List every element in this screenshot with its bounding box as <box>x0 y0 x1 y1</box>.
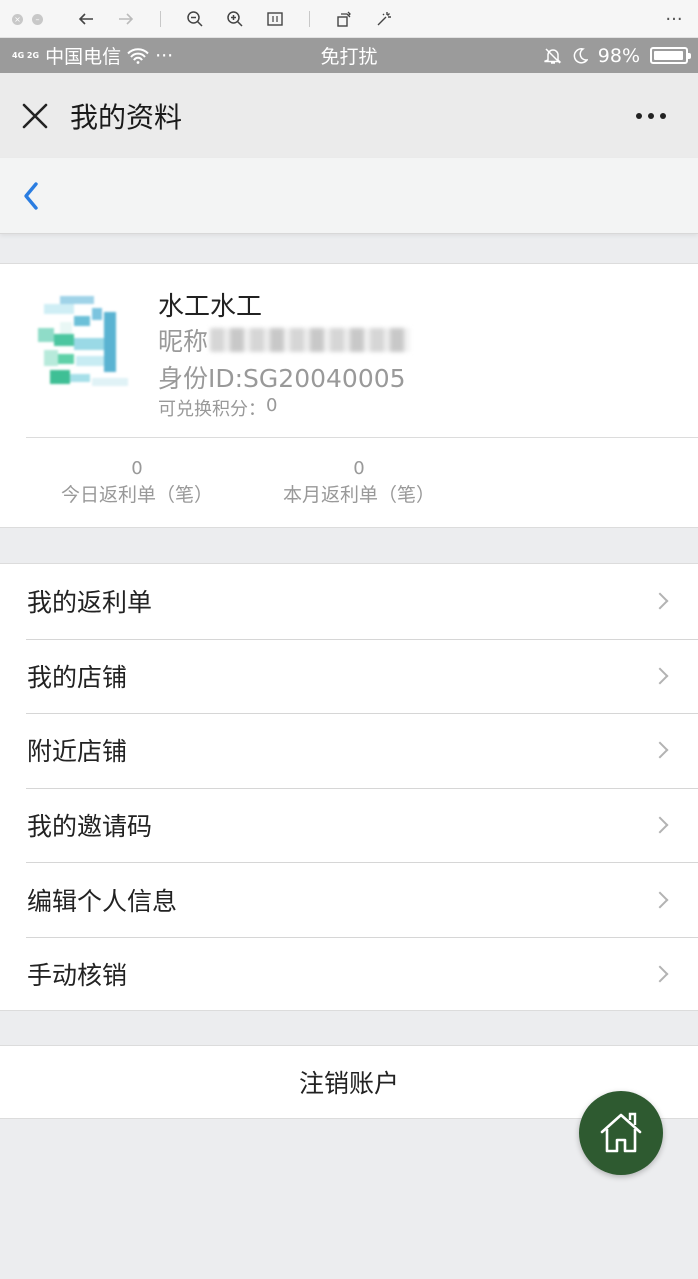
profile-nickname: 昵称 <box>158 322 411 358</box>
zoom-in-icon[interactable] <box>225 0 245 38</box>
forward-arrow-icon[interactable] <box>116 0 136 38</box>
stat-today-label: 今日返利单（笔） <box>60 484 213 506</box>
menu-item-label: 编辑个人信息 <box>27 886 178 916</box>
title-bar: 我的资料 <box>0 73 698 158</box>
profile-id: 身份ID:SG20040005 <box>158 364 406 393</box>
back-arrow-icon[interactable] <box>76 0 96 38</box>
back-chevron-icon[interactable] <box>18 178 48 214</box>
stat-month-value: 0 <box>353 458 365 479</box>
chevron-right-icon <box>651 965 669 983</box>
more-dots-icon[interactable] <box>636 113 666 119</box>
battery-icon <box>650 47 691 64</box>
magic-wand-icon[interactable] <box>374 0 394 38</box>
stat-today: 0 今日返利单（笔） <box>42 457 232 509</box>
menu-item-invite-code[interactable]: 我的邀请码 <box>0 787 698 863</box>
profile-name: 水工水工 <box>158 292 263 322</box>
viewer-more-icon[interactable]: ··· <box>664 0 684 38</box>
menu-item-label: 我的邀请码 <box>27 812 153 842</box>
rotate-icon[interactable] <box>334 0 354 38</box>
fit-to-window-icon[interactable] <box>265 0 285 38</box>
chevron-right-icon <box>651 741 669 759</box>
nickname-redacted <box>210 328 411 352</box>
nav-bar <box>0 158 698 234</box>
bell-mute-icon <box>543 47 562 64</box>
window-minimize-icon[interactable]: – <box>32 0 43 38</box>
stat-today-value: 0 <box>131 458 143 479</box>
stat-month: 0 本月返利单（笔） <box>264 457 454 509</box>
chevron-right-icon <box>651 667 669 685</box>
nickname-label: 昵称 <box>158 327 209 356</box>
menu-item-label: 附近店铺 <box>27 737 128 767</box>
zoom-out-icon[interactable] <box>185 0 205 38</box>
toolbar-divider <box>160 11 161 27</box>
do-not-disturb-label: 免打扰 <box>320 46 378 68</box>
menu-item-label: 我的店铺 <box>27 662 128 692</box>
points-label: 可兑换积分： <box>158 399 266 420</box>
stat-month-label: 本月返利单（笔） <box>282 484 435 506</box>
points-value: 0 <box>266 395 278 416</box>
battery-percent: 98% <box>597 44 640 67</box>
menu-item-rebate-orders[interactable]: 我的返利单 <box>0 564 698 639</box>
status-bar: 4G 2G 中国电信 ··· 免打扰 98% <box>0 38 698 73</box>
page-title: 我的资料 <box>70 100 183 134</box>
close-icon[interactable] <box>20 101 50 131</box>
chevron-right-icon <box>651 592 669 610</box>
viewer-toolbar: × – ··· <box>0 0 698 38</box>
menu-item-nearby-stores[interactable]: 附近店铺 <box>0 713 698 788</box>
home-icon <box>600 1112 642 1153</box>
menu-item-my-store[interactable]: 我的店铺 <box>0 638 698 714</box>
menu-item-label: 手动核销 <box>27 961 128 991</box>
menu-list: 我的返利单 我的店铺 附近店铺 我的邀请码 编辑个人信息 手动核销 <box>0 563 698 1011</box>
profile-points: 可兑换积分： 0 <box>158 395 277 421</box>
profile-card: 水工水工 昵称 身份ID:SG20040005 可兑换积分： 0 0 今日返利单… <box>0 263 698 528</box>
avatar[interactable] <box>30 294 134 398</box>
window-close-icon[interactable]: × <box>12 0 23 38</box>
menu-item-label: 我的返利单 <box>27 588 153 618</box>
menu-item-edit-profile[interactable]: 编辑个人信息 <box>0 862 698 937</box>
chevron-right-icon <box>651 891 669 909</box>
profile-divider <box>26 437 698 438</box>
chevron-right-icon <box>651 816 669 834</box>
home-button[interactable] <box>579 1091 663 1175</box>
toolbar-divider <box>309 11 310 27</box>
moon-icon <box>573 47 588 64</box>
menu-item-manual-verify[interactable]: 手动核销 <box>0 936 698 1012</box>
